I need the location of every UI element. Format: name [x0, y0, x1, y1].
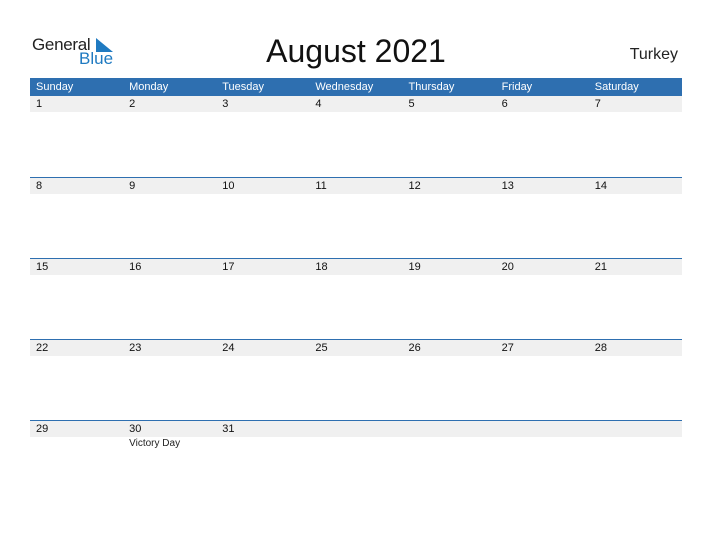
day-number: 8 [36, 180, 43, 192]
day-cell[interactable]: 9 [123, 178, 216, 194]
date-strip: 29 30 31 [30, 421, 682, 437]
holiday-label [216, 437, 309, 451]
day-number: 23 [129, 342, 142, 354]
day-number: 19 [408, 261, 421, 273]
day-number: 3 [222, 98, 229, 110]
day-number: 24 [222, 342, 235, 354]
day-number: 27 [501, 342, 514, 354]
day-cell[interactable]: 17 [216, 259, 309, 275]
weekday-header: Sunday [36, 81, 74, 93]
day-number: 21 [594, 261, 607, 273]
day-number: 12 [408, 180, 421, 192]
day-number: 20 [501, 261, 514, 273]
events-row: Victory Day [30, 437, 682, 451]
day-cell[interactable]: 30 [123, 421, 216, 437]
date-strip: 1 2 3 4 5 6 7 [30, 96, 682, 112]
day-number: 31 [222, 423, 235, 435]
day-number: 2 [129, 98, 136, 110]
weekday-header: Monday [129, 81, 169, 93]
day-cell[interactable] [496, 421, 589, 437]
day-cell[interactable] [309, 421, 402, 437]
day-cell[interactable]: 8 [30, 178, 123, 194]
day-cell[interactable]: 20 [496, 259, 589, 275]
day-cell[interactable]: 10 [216, 178, 309, 194]
day-cell[interactable]: 16 [123, 259, 216, 275]
holiday-label [403, 437, 496, 451]
day-number: 17 [222, 261, 235, 273]
day-cell[interactable] [403, 421, 496, 437]
day-number: 14 [594, 180, 607, 192]
holiday-label [496, 437, 589, 451]
day-cell[interactable]: 28 [589, 340, 682, 356]
day-number: 5 [408, 98, 415, 110]
day-number: 13 [501, 180, 514, 192]
day-number: 30 [129, 423, 142, 435]
day-cell[interactable] [589, 421, 682, 437]
day-cell[interactable]: 31 [216, 421, 309, 437]
holiday-label: Victory Day [129, 438, 181, 449]
weekday-header: Friday [501, 81, 533, 93]
day-number: 25 [315, 342, 328, 354]
day-cell[interactable]: 11 [309, 178, 402, 194]
week-row: 8 9 10 11 12 13 14 [30, 177, 682, 258]
calendar-grid: Sunday Monday Tuesday Wednesday Thursday… [30, 78, 682, 501]
day-cell[interactable]: 6 [496, 96, 589, 112]
day-number: 4 [315, 98, 322, 110]
day-number: 1 [36, 98, 43, 110]
day-cell[interactable]: 13 [496, 178, 589, 194]
day-cell[interactable]: 3 [216, 96, 309, 112]
day-number: 16 [129, 261, 142, 273]
day-cell[interactable]: 26 [403, 340, 496, 356]
day-number: 29 [36, 423, 49, 435]
week-row: 22 23 24 25 26 27 28 [30, 339, 682, 420]
day-number: 7 [594, 98, 601, 110]
day-number: 11 [315, 180, 327, 192]
day-cell[interactable]: 23 [123, 340, 216, 356]
day-number: 22 [36, 342, 49, 354]
holiday-label [589, 437, 682, 451]
date-strip: 8 9 10 11 12 13 14 [30, 178, 682, 194]
date-strip: 22 23 24 25 26 27 28 [30, 340, 682, 356]
day-cell[interactable]: 21 [589, 259, 682, 275]
week-row: 1 2 3 4 5 6 7 [30, 96, 682, 177]
day-cell[interactable]: 24 [216, 340, 309, 356]
day-number: 6 [501, 98, 508, 110]
day-cell[interactable]: 25 [309, 340, 402, 356]
day-number: 26 [408, 342, 421, 354]
day-number: 18 [315, 261, 328, 273]
day-cell[interactable]: 29 [30, 421, 123, 437]
weekday-header: Thursday [408, 81, 455, 93]
day-number: 9 [129, 180, 136, 192]
day-cell[interactable]: 15 [30, 259, 123, 275]
weekday-header: Wednesday [315, 81, 374, 93]
holiday-label [309, 437, 402, 451]
weekday-header: Tuesday [222, 81, 265, 93]
date-strip: 15 16 17 18 19 20 21 [30, 259, 682, 275]
day-number: 10 [222, 180, 235, 192]
day-number: 15 [36, 261, 49, 273]
weekday-header-row: Sunday Monday Tuesday Wednesday Thursday… [30, 78, 682, 96]
day-cell[interactable]: 4 [309, 96, 402, 112]
day-cell[interactable]: 1 [30, 96, 123, 112]
week-row: 29 30 31 Victory Day [30, 420, 682, 501]
country-label: Turkey [629, 46, 678, 63]
day-cell[interactable]: 7 [589, 96, 682, 112]
day-cell[interactable]: 27 [496, 340, 589, 356]
holiday-label [30, 437, 123, 451]
weekday-header: Saturday [594, 81, 639, 93]
day-cell[interactable]: 2 [123, 96, 216, 112]
day-cell[interactable]: 19 [403, 259, 496, 275]
day-cell[interactable]: 22 [30, 340, 123, 356]
day-cell[interactable]: 5 [403, 96, 496, 112]
day-cell[interactable]: 14 [589, 178, 682, 194]
day-cell[interactable]: 18 [309, 259, 402, 275]
week-row: 15 16 17 18 19 20 21 [30, 258, 682, 339]
day-number: 28 [594, 342, 607, 354]
day-cell[interactable]: 12 [403, 178, 496, 194]
page-title: August 2021 [266, 33, 446, 69]
